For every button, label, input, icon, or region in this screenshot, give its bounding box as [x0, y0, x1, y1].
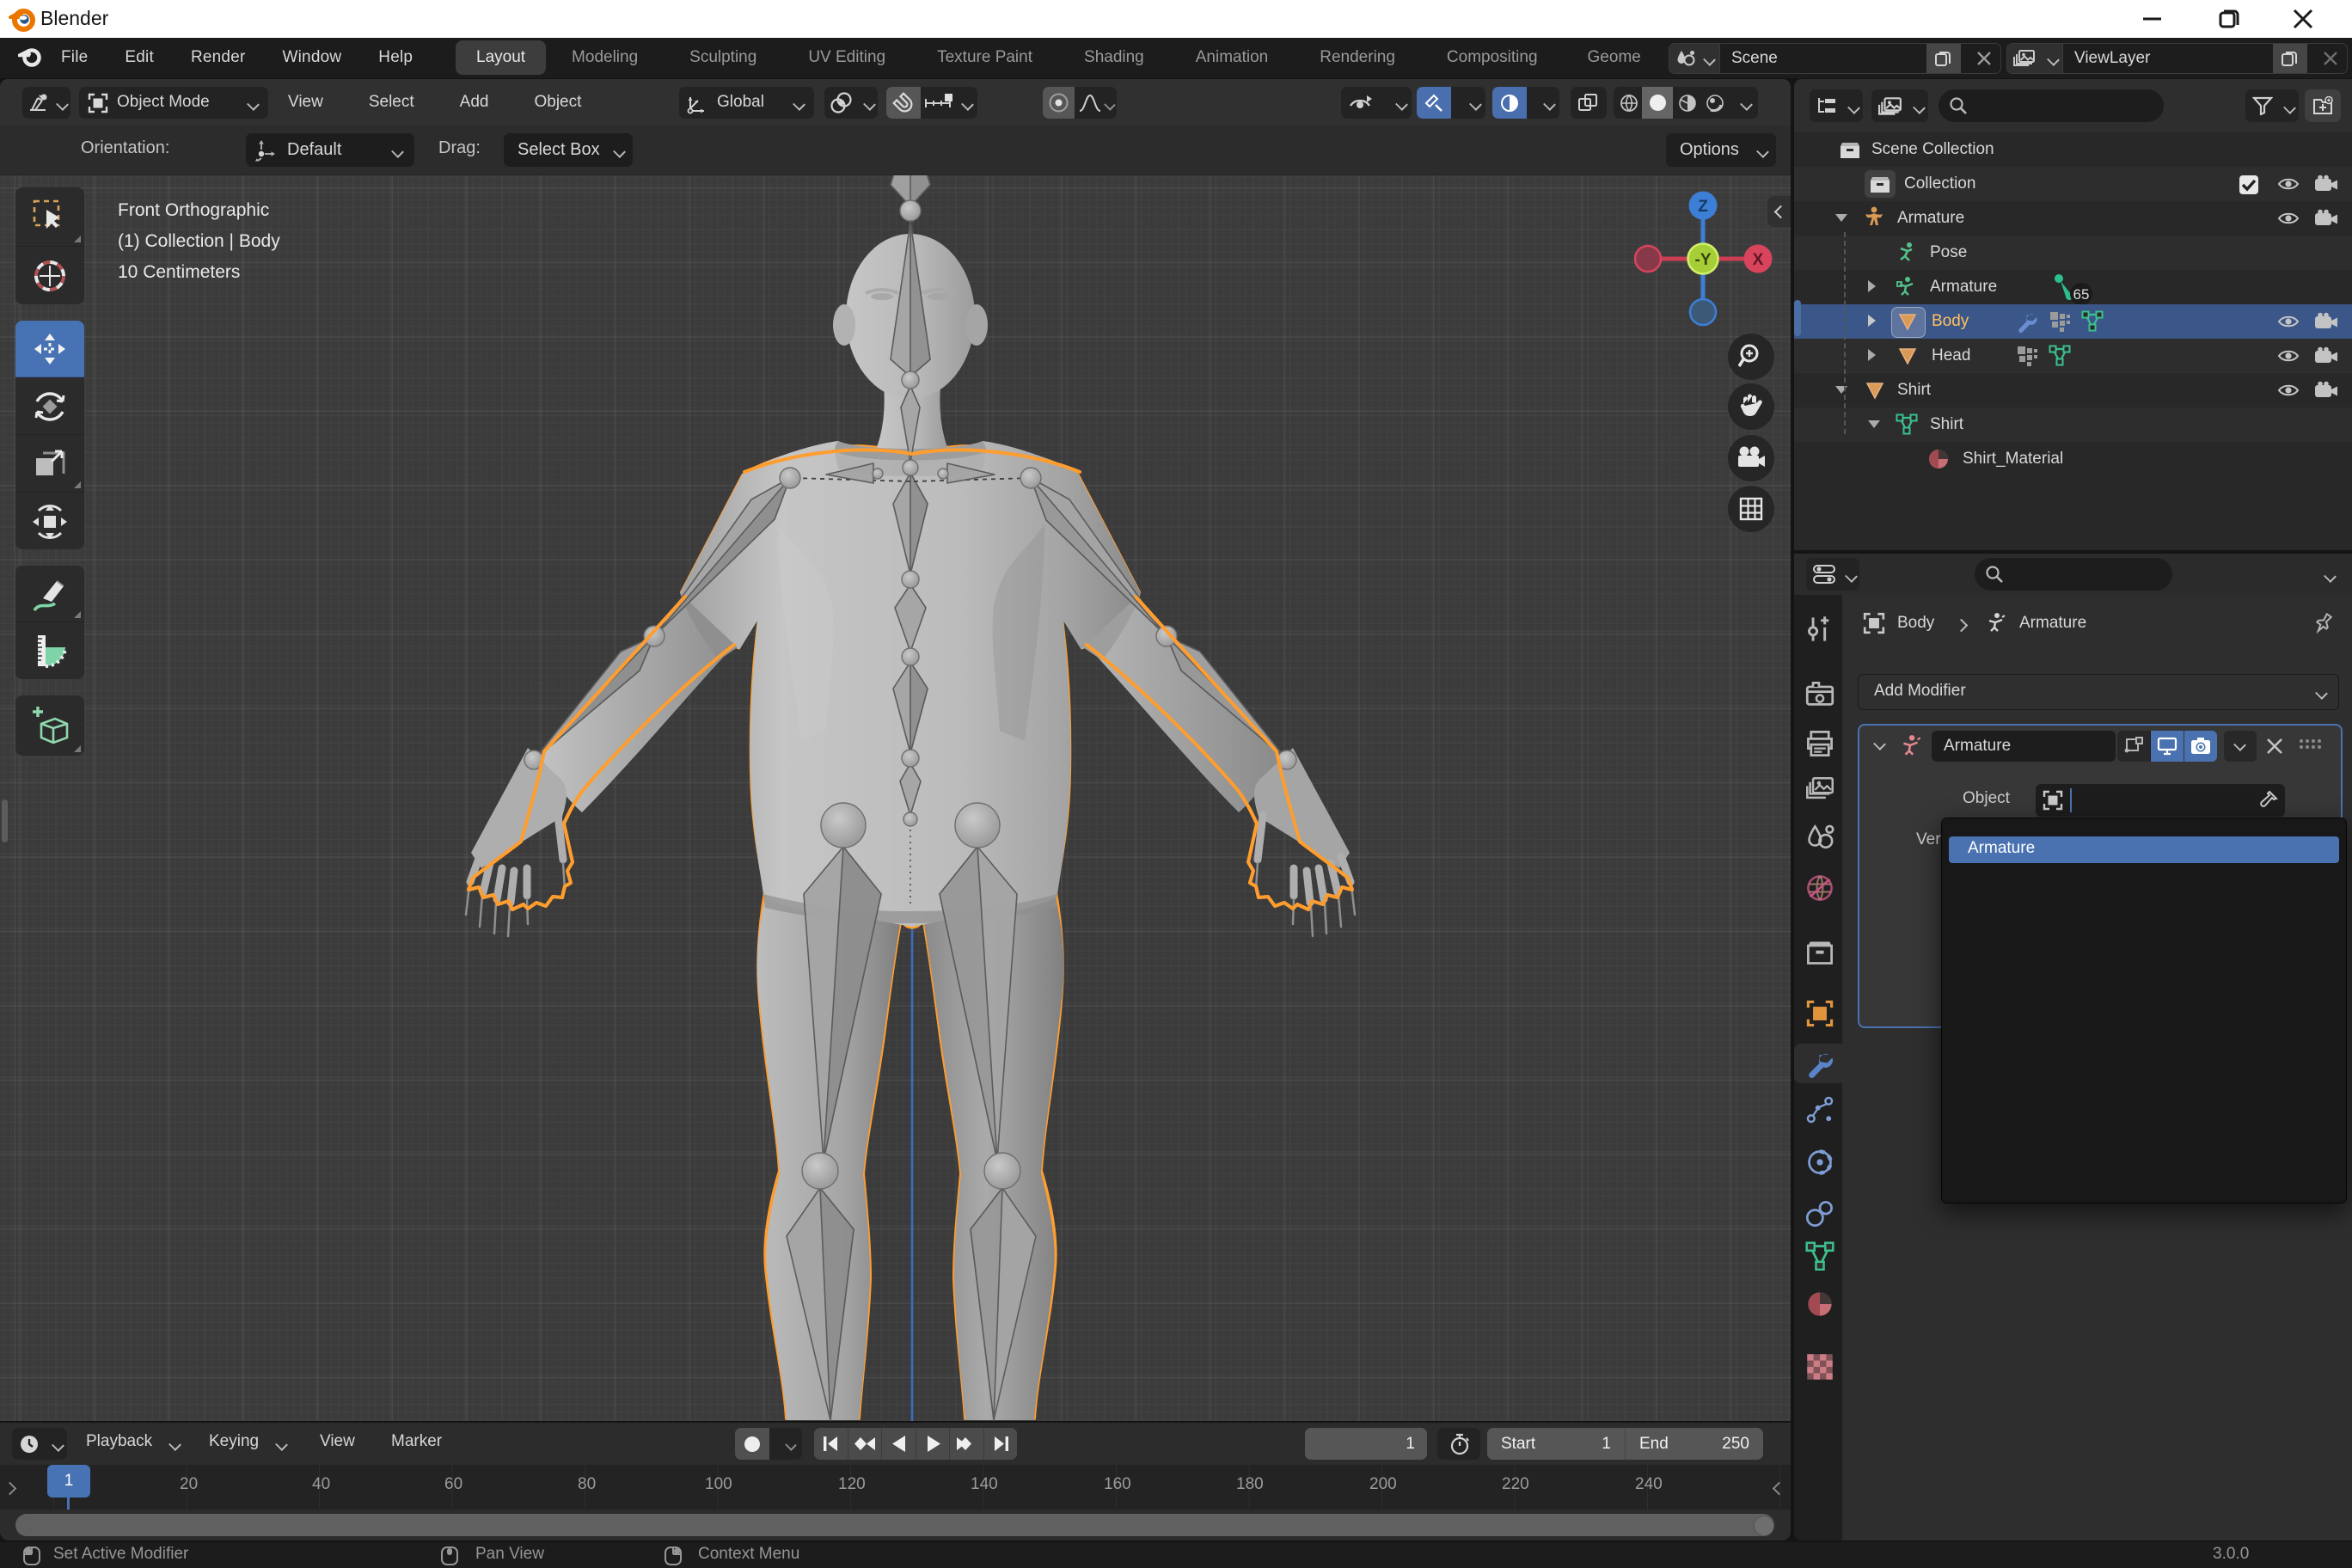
svg-text:-Y: -Y: [1695, 251, 1712, 269]
svg-text:X: X: [1753, 251, 1764, 269]
svg-text:65: 65: [2073, 286, 2090, 303]
svg-text:Z: Z: [1698, 198, 1708, 216]
